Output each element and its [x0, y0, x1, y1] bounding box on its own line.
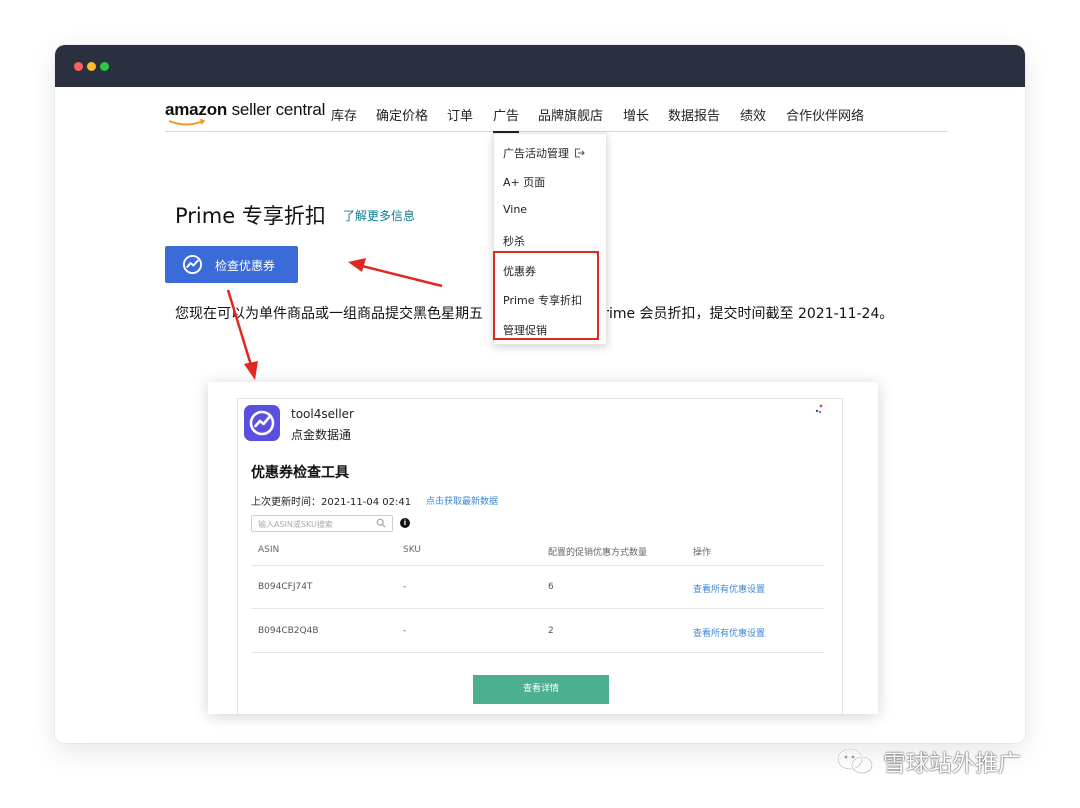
row2-asin: B094CB2Q4B: [258, 626, 319, 636]
info-icon[interactable]: i: [400, 518, 410, 528]
top-navbar: amazon seller central 库存 确定价格 订单 广告 品牌旗舰…: [165, 100, 948, 133]
row1-asin: B094CFJ74T: [258, 582, 313, 592]
check-coupon-button[interactable]: 检查优惠券: [165, 246, 298, 283]
row2-count: 2: [548, 626, 554, 636]
wechat-icon: [836, 747, 874, 775]
amazon-seller-central-logo[interactable]: amazon seller central: [165, 100, 325, 128]
row1-view-settings-link[interactable]: 查看所有优惠设置: [693, 582, 765, 595]
minimize-window-dot[interactable]: [87, 62, 96, 71]
row2-view-settings-link[interactable]: 查看所有优惠设置: [693, 626, 765, 639]
watermark-text: 雪球站外推广: [883, 751, 1021, 777]
check-coupon-label: 检查优惠券: [215, 259, 276, 273]
refresh-data-link[interactable]: 点击获取最新数据: [426, 494, 498, 507]
last-update-time: 上次更新时间：2021-11-04 02:41: [251, 497, 412, 508]
row1-count: 6: [548, 582, 554, 592]
panel-inner-frame: tool4seller 点金数据通 优惠券检查工具 上次更新时间：2021-11…: [237, 398, 843, 714]
asin-sku-search-input[interactable]: 输入ASIN或SKU搜索: [251, 515, 393, 532]
browser-window: amazon seller central 库存 确定价格 订单 广告 品牌旗舰…: [55, 45, 1025, 743]
learn-more-link[interactable]: 了解更多信息: [343, 207, 415, 224]
nav-partner-network[interactable]: 合作伙伴网络: [786, 105, 864, 124]
nav-growth[interactable]: 增长: [623, 105, 649, 124]
description-tail: Prime 会员折扣，提交时间截至 2021-11-24。: [595, 306, 894, 322]
tool-title: 优惠券检查工具: [251, 465, 349, 481]
nav-performance[interactable]: 绩效: [740, 105, 766, 124]
dropdown-item-deals[interactable]: 秒杀: [503, 233, 525, 249]
tool4seller-logo-icon: [244, 405, 280, 441]
campaign-manager-label: 广告活动管理: [503, 147, 569, 160]
external-link-icon: [575, 148, 585, 158]
search-placeholder: 输入ASIN或SKU搜索: [258, 520, 333, 529]
dropdown-item-campaign-manager[interactable]: 广告活动管理: [503, 145, 585, 161]
corner-dots-icon: [815, 404, 823, 413]
amazon-smile-icon: [168, 119, 206, 126]
col-header-asin: ASIN: [258, 545, 280, 555]
view-details-button[interactable]: 查看详情: [473, 675, 609, 704]
logo-seller-central-text: seller central: [227, 100, 326, 119]
dropdown-item-vine[interactable]: Vine: [503, 203, 527, 216]
page-title: Prime 专享折扣: [175, 204, 326, 228]
close-window-dot[interactable]: [74, 62, 83, 71]
dropdown-highlight-box: [493, 251, 599, 340]
logo-amazon-text: amazon: [165, 100, 228, 119]
nav-pricing[interactable]: 确定价格: [376, 105, 428, 124]
search-icon[interactable]: [376, 518, 386, 528]
col-header-sku: SKU: [403, 545, 421, 555]
maximize-window-dot[interactable]: [100, 62, 109, 71]
table-header-divider: [251, 565, 824, 566]
tool4seller-panel: tool4seller 点金数据通 优惠券检查工具 上次更新时间：2021-11…: [208, 382, 878, 714]
description-text: 您现在可以为单件商品或一组商品提交黑色星期五: [175, 306, 483, 322]
nav-inventory[interactable]: 库存: [331, 105, 357, 124]
col-header-promo-count: 配置的促销优惠方式数量: [548, 548, 648, 558]
col-header-action: 操作: [693, 548, 712, 558]
nav-brand-store[interactable]: 品牌旗舰店: [538, 105, 603, 124]
nav-orders[interactable]: 订单: [447, 105, 473, 124]
window-titlebar: [55, 45, 1025, 87]
table-row-divider: [251, 652, 824, 653]
table-row-divider: [251, 608, 824, 609]
nav-reports[interactable]: 数据报告: [668, 105, 720, 124]
brand-subtitle: 点金数据通: [291, 428, 352, 442]
trend-circle-icon: [182, 254, 203, 275]
brand-name: tool4seller: [291, 407, 354, 421]
trend-circle-icon: [249, 410, 275, 436]
row2-sku: -: [403, 626, 407, 636]
dropdown-item-a-plus[interactable]: A+ 页面: [503, 174, 545, 190]
nav-advertising[interactable]: 广告: [493, 105, 520, 133]
row1-sku: -: [403, 582, 407, 592]
